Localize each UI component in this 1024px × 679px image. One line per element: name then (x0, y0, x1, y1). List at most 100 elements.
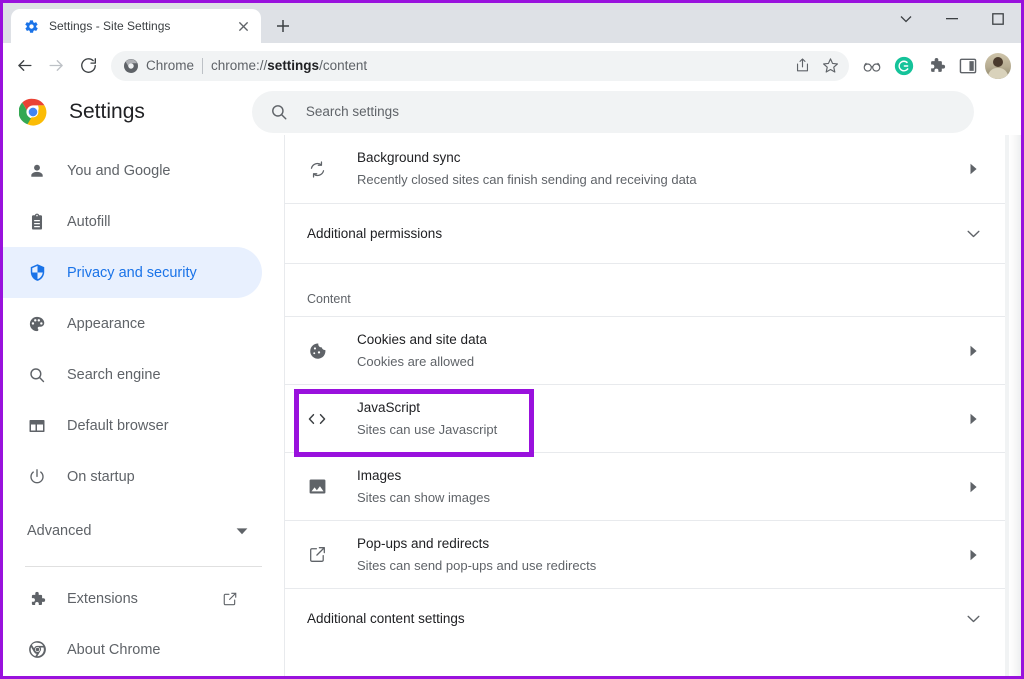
right-arrow-icon[interactable] (963, 413, 983, 425)
gear-icon (23, 18, 39, 34)
row-title: Pop-ups and redirects (357, 534, 963, 554)
sidebar-item-you-and-google[interactable]: You and Google (3, 145, 262, 196)
sidebar-item-label: Extensions (67, 591, 138, 607)
row-title: Additional permissions (307, 224, 963, 244)
chevron-down-icon[interactable] (883, 3, 929, 35)
reload-icon[interactable] (73, 51, 103, 81)
right-arrow-icon[interactable] (963, 345, 983, 357)
profile-avatar[interactable] (985, 53, 1011, 79)
search-icon (270, 103, 288, 121)
settings-body: You and Google Autofill Privacy and secu… (3, 135, 1021, 679)
row-cookies-and-site-data[interactable]: Cookies and site data Cookies are allowe… (285, 316, 1005, 384)
tab-title: Settings - Site Settings (49, 19, 225, 33)
url-path: /content (319, 58, 367, 73)
row-additional-content-settings[interactable]: Additional content settings (285, 588, 1005, 648)
row-subtitle: Cookies are allowed (357, 352, 963, 372)
sidebar-item-on-startup[interactable]: On startup (3, 451, 262, 502)
sidebar-item-default-browser[interactable]: Default browser (3, 400, 262, 451)
settings-header: Settings Search settings (3, 88, 1021, 135)
row-popups-and-redirects[interactable]: Pop-ups and redirects Sites can send pop… (285, 520, 1005, 588)
close-icon[interactable] (235, 18, 251, 34)
back-arrow-icon[interactable] (9, 51, 39, 81)
grammarly-icon[interactable] (889, 51, 919, 81)
chrome-outline-icon (27, 640, 47, 660)
browser-window-icon (27, 416, 47, 436)
row-images[interactable]: Images Sites can show images (285, 452, 1005, 520)
right-arrow-icon[interactable] (963, 549, 983, 561)
image-icon (307, 477, 327, 497)
row-title: Background sync (357, 148, 963, 168)
sidebar-item-about-chrome[interactable]: About Chrome (3, 624, 262, 675)
code-brackets-icon (307, 409, 327, 429)
right-arrow-icon[interactable] (963, 481, 983, 493)
omnibox-divider (202, 58, 203, 74)
window-controls (883, 3, 1021, 35)
extensions-puzzle-icon[interactable] (921, 51, 951, 81)
omnibox-actions (789, 53, 843, 79)
sidebar-item-label: Privacy and security (67, 265, 197, 281)
clipboard-icon (27, 212, 47, 232)
sidebar-item-label: Default browser (67, 418, 169, 434)
sidebar-advanced-toggle[interactable]: Advanced (3, 502, 262, 560)
sidebar-advanced-label: Advanced (27, 523, 236, 539)
row-subtitle: Recently closed sites can finish sending… (357, 170, 963, 190)
tab-strip: Settings - Site Settings (3, 3, 1021, 43)
row-text: Images Sites can show images (357, 466, 963, 508)
row-title: Additional content settings (307, 609, 963, 629)
minimize-icon[interactable] (929, 3, 975, 35)
sidebar-item-appearance[interactable]: Appearance (3, 298, 262, 349)
forward-arrow-icon (41, 51, 71, 81)
row-title: Cookies and site data (357, 330, 963, 350)
sidebar-item-label: You and Google (67, 163, 170, 179)
url-host: settings (267, 58, 319, 73)
url-prefix: chrome:// (211, 58, 267, 73)
page-title: Settings (69, 100, 145, 124)
row-text: Pop-ups and redirects Sites can send pop… (357, 534, 963, 576)
row-subtitle: Sites can send pop-ups and use redirects (357, 556, 963, 576)
row-javascript[interactable]: JavaScript Sites can use Javascript (285, 384, 1005, 452)
browser-window: Settings - Site Settings (0, 0, 1024, 679)
address-bar[interactable]: Chrome chrome://settings/content (111, 51, 849, 81)
power-icon (27, 467, 47, 487)
glasses-extension-icon[interactable] (857, 51, 887, 81)
scrollbar[interactable] (1009, 135, 1021, 679)
sidebar-item-search-engine[interactable]: Search engine (3, 349, 262, 400)
search-icon (27, 365, 47, 385)
settings-sidebar: You and Google Autofill Privacy and secu… (3, 135, 285, 679)
new-tab-button[interactable] (269, 12, 297, 40)
sidebar-item-label: About Chrome (67, 642, 161, 658)
chevron-down-icon[interactable] (963, 615, 983, 623)
browser-toolbar: Chrome chrome://settings/content (3, 43, 1021, 88)
row-additional-permissions[interactable]: Additional permissions (285, 203, 1005, 263)
external-link-icon (307, 545, 327, 565)
maximize-icon[interactable] (975, 3, 1021, 35)
sidebar-item-extensions[interactable]: Extensions (3, 573, 262, 624)
sidebar-item-label: Search engine (67, 367, 161, 383)
search-placeholder: Search settings (306, 104, 399, 119)
row-title: Images (357, 466, 963, 486)
chevron-down-icon[interactable] (963, 230, 983, 238)
side-panel-icon[interactable] (953, 51, 983, 81)
caret-down-icon (236, 527, 248, 535)
sidebar-item-label: Autofill (67, 214, 111, 230)
right-arrow-icon[interactable] (963, 163, 983, 175)
sidebar-item-autofill[interactable]: Autofill (3, 196, 262, 247)
search-settings-field[interactable]: Search settings (252, 91, 974, 133)
row-subtitle: Sites can show images (357, 488, 963, 508)
share-icon[interactable] (789, 53, 815, 79)
row-text: JavaScript Sites can use Javascript (357, 398, 963, 440)
external-link-icon (222, 591, 238, 607)
row-text: Background sync Recently closed sites ca… (357, 148, 963, 190)
sidebar-item-privacy-and-security[interactable]: Privacy and security (3, 247, 262, 298)
shield-icon (27, 263, 47, 283)
site-identity-chip[interactable]: Chrome (123, 58, 194, 74)
palette-icon (27, 314, 47, 334)
sidebar-divider (25, 566, 262, 567)
row-background-sync[interactable]: Background sync Recently closed sites ca… (285, 135, 1005, 203)
chrome-shield-icon (123, 58, 139, 74)
row-title: JavaScript (357, 398, 963, 418)
settings-content: Background sync Recently closed sites ca… (285, 135, 1021, 679)
bookmark-star-icon[interactable] (817, 53, 843, 79)
url-text[interactable]: chrome://settings/content (211, 58, 781, 73)
browser-tab[interactable]: Settings - Site Settings (11, 9, 261, 43)
